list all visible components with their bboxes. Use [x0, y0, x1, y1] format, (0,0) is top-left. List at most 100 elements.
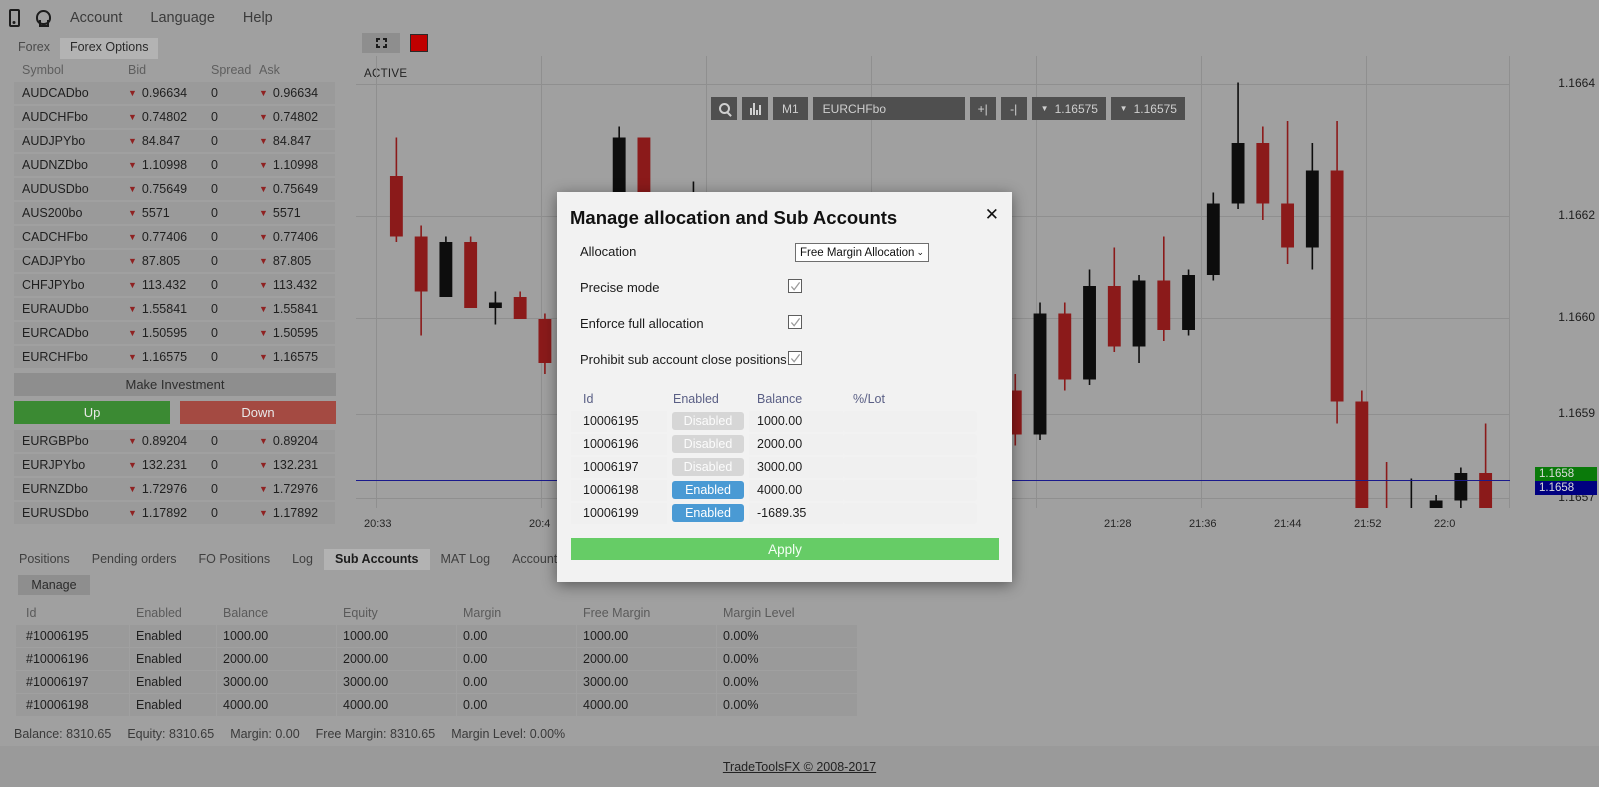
enabled-toggle[interactable]: Enabled — [672, 481, 744, 499]
triangle-down-icon: ▼ — [128, 460, 137, 470]
triangle-down-icon: ▼ — [259, 232, 268, 242]
quote-row[interactable]: AUDJPYbo▼84.8470▼84.847 — [14, 129, 336, 152]
x-axis-label: 22:0 — [1434, 518, 1455, 530]
down-button[interactable]: Down — [180, 401, 336, 424]
prohibit-close-checkbox[interactable] — [788, 351, 802, 365]
quote-spread: 0 — [205, 298, 253, 320]
account-free-margin: 3000.00 — [577, 671, 716, 693]
tab-forex-options[interactable]: Forex Options — [60, 38, 159, 59]
chart-zoom-icon[interactable] — [711, 97, 737, 120]
disabled-toggle[interactable]: Disabled — [672, 412, 744, 430]
quote-spread: 0 — [205, 454, 253, 476]
quote-row[interactable]: CADJPYbo▼87.8050▼87.805 — [14, 249, 336, 272]
tab-positions[interactable]: Positions — [8, 549, 81, 570]
quote-spread: 0 — [205, 202, 253, 224]
triangle-down-icon: ▼ — [128, 160, 137, 170]
timeframe-button[interactable]: M1 — [773, 97, 808, 120]
tab-mat-log[interactable]: MAT Log — [430, 549, 502, 570]
chart-symbol-field[interactable]: EURCHFbo — [813, 97, 965, 120]
quote-row[interactable]: EURUSDbo▼1.178920▼1.17892 — [14, 501, 336, 524]
tab-log[interactable]: Log — [281, 549, 324, 570]
row-pct-lot-input[interactable] — [843, 503, 977, 524]
enabled-toggle[interactable]: Enabled — [672, 504, 744, 522]
row-pct-lot-input[interactable] — [843, 411, 977, 432]
column-symbol: Symbol — [14, 59, 122, 81]
enforce-allocation-label: Enforce full allocation — [580, 316, 704, 331]
quote-row[interactable]: EURCADbo▼1.505950▼1.50595 — [14, 321, 336, 344]
bid-price-button[interactable]: ▼ 1.16575 — [1032, 97, 1106, 120]
tab-sub-accounts[interactable]: Sub Accounts — [324, 549, 430, 570]
quote-spread: 0 — [205, 154, 253, 176]
column-margin-level: Margin Level — [717, 602, 857, 624]
zoom-out-button[interactable]: -| — [1001, 97, 1027, 120]
record-color-swatch[interactable] — [410, 34, 428, 52]
quote-symbol: AUDJPYbo — [14, 130, 122, 152]
tab-pending-orders[interactable]: Pending orders — [81, 549, 188, 570]
quote-row[interactable]: CHFJPYbo▼113.4320▼113.432 — [14, 273, 336, 296]
enforce-allocation-checkbox[interactable] — [788, 315, 802, 329]
triangle-down-icon: ▼ — [128, 328, 137, 338]
table-row[interactable]: #10006197Enabled3000.003000.000.003000.0… — [16, 670, 1583, 693]
quote-row[interactable]: AUDCADbo▼0.966340▼0.96634 — [14, 81, 336, 104]
quote-row[interactable]: AUDCHFbo▼0.748020▼0.74802 — [14, 105, 336, 128]
manage-button[interactable]: Manage — [18, 575, 90, 595]
mobile-icon[interactable] — [0, 5, 28, 31]
table-row[interactable]: #10006198Enabled4000.004000.000.004000.0… — [16, 693, 1583, 716]
enforce-allocation-row: Enforce full allocation — [580, 316, 992, 331]
quote-spread: 0 — [205, 346, 253, 368]
table-row[interactable]: 10006197Disabled3000.00 — [571, 456, 999, 478]
up-button[interactable]: Up — [14, 401, 170, 424]
quote-spread: 0 — [205, 82, 253, 104]
quote-symbol: EURNZDbo — [14, 478, 122, 500]
tab-forex[interactable]: Forex — [8, 38, 60, 59]
table-row[interactable]: 10006198Enabled4000.00 — [571, 479, 999, 501]
table-row[interactable]: 10006195Disabled1000.00 — [571, 410, 999, 432]
make-investment-button[interactable]: Make Investment — [14, 373, 336, 396]
ask-price-button[interactable]: ▼ 1.16575 — [1111, 97, 1185, 120]
precise-mode-checkbox[interactable] — [788, 279, 802, 293]
quote-symbol: CADCHFbo — [14, 226, 122, 248]
table-row[interactable]: #10006196Enabled2000.002000.000.002000.0… — [16, 647, 1583, 670]
quote-symbol: EURCHFbo — [14, 346, 122, 368]
table-row[interactable]: #10006195Enabled1000.001000.000.001000.0… — [16, 624, 1583, 647]
quote-row[interactable]: EURAUDbo▼1.558410▼1.55841 — [14, 297, 336, 320]
zoom-in-button[interactable]: +| — [970, 97, 996, 120]
tab-fo-positions[interactable]: FO Positions — [188, 549, 282, 570]
apply-button[interactable]: Apply — [571, 538, 999, 560]
quote-row[interactable]: EURJPYbo▼132.2310▼132.231 — [14, 453, 336, 476]
account-margin-level: 0.00% — [717, 648, 857, 670]
lightbulb-icon[interactable] — [28, 5, 56, 31]
quote-row[interactable]: AUS200bo▼55710▼5571 — [14, 201, 336, 224]
row-pct-lot-input[interactable] — [843, 480, 977, 501]
close-icon[interactable]: ✕ — [985, 206, 999, 223]
quote-spread: 0 — [205, 130, 253, 152]
quote-row[interactable]: AUDUSDbo▼0.756490▼0.75649 — [14, 177, 336, 200]
allocation-select[interactable]: Free Margin Allocation ⌄ — [795, 243, 929, 262]
triangle-down-icon: ▼ — [1120, 104, 1128, 113]
quote-row[interactable]: CADCHFbo▼0.774060▼0.77406 — [14, 225, 336, 248]
quote-spread: 0 — [205, 226, 253, 248]
row-pct-lot-input[interactable] — [843, 434, 977, 455]
quote-row[interactable]: EURGBPbo▼0.892040▼0.89204 — [14, 429, 336, 452]
disabled-toggle[interactable]: Disabled — [672, 458, 744, 476]
quote-row[interactable]: AUDNZDbo▼1.109980▼1.10998 — [14, 153, 336, 176]
menu-item-account[interactable]: Account — [56, 0, 136, 36]
allocation-select-value: Free Margin Allocation — [800, 247, 914, 259]
bid-price-tag: 1.1658 — [1535, 481, 1597, 495]
ask-price-tag: 1.1658 — [1535, 467, 1597, 481]
quote-row[interactable]: EURNZDbo▼1.729760▼1.72976 — [14, 477, 336, 500]
quote-row[interactable]: EURCHFbo▼1.165750▼1.16575 — [14, 345, 336, 368]
row-pct-lot-input[interactable] — [843, 457, 977, 478]
footer-link[interactable]: TradeToolsFX © 2008-2017 — [723, 760, 876, 774]
disabled-toggle[interactable]: Disabled — [672, 435, 744, 453]
quote-bid: ▼1.10998 — [122, 154, 205, 176]
menu-item-language[interactable]: Language — [136, 0, 229, 36]
quote-ask: ▼0.89204 — [253, 430, 335, 452]
triangle-down-icon: ▼ — [128, 184, 137, 194]
menu-item-help[interactable]: Help — [229, 0, 287, 36]
table-row[interactable]: 10006199Enabled-1689.35 — [571, 502, 999, 524]
fullscreen-icon[interactable] — [362, 33, 400, 53]
account-free-margin: 2000.00 — [577, 648, 716, 670]
chart-type-icon[interactable] — [742, 97, 768, 120]
table-row[interactable]: 10006196Disabled2000.00 — [571, 433, 999, 455]
